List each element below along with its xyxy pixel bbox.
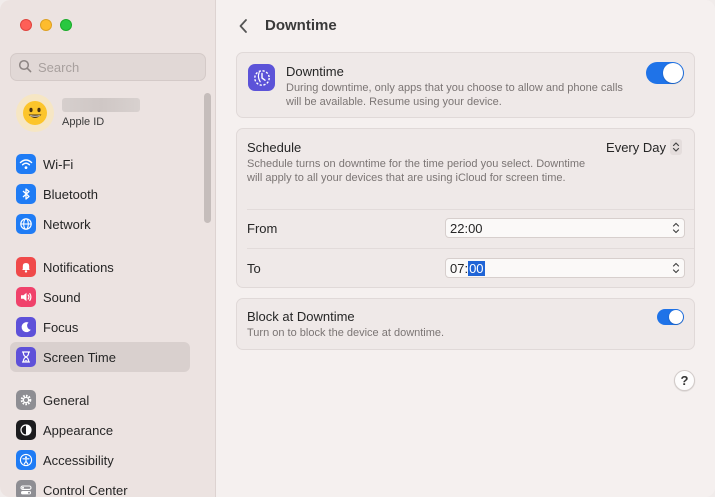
sidebar-item-sound[interactable]: Sound (10, 282, 190, 312)
block-title: Block at Downtime (247, 309, 355, 324)
minimize-button[interactable] (40, 19, 52, 31)
accessibility-icon (16, 450, 36, 470)
schedule-select-value: Every Day (606, 139, 666, 155)
sidebar-item-label: Notifications (43, 259, 114, 275)
downtime-icon (248, 64, 275, 91)
sidebar-item-screen-time[interactable]: Screen Time (10, 342, 190, 372)
to-time-minutes-selected[interactable]: 00 (468, 260, 485, 276)
sidebar-scrollbar[interactable] (204, 93, 211, 223)
search-input[interactable] (38, 59, 188, 75)
downtime-toggle[interactable] (646, 62, 684, 84)
back-button[interactable] (235, 16, 251, 36)
nav-group-network: Wi-Fi Bluetooth Network (10, 149, 190, 239)
sidebar-item-label: Accessibility (43, 452, 114, 468)
sidebar-item-label: Bluetooth (43, 186, 98, 202)
zoom-button[interactable] (60, 19, 72, 31)
sidebar-item-label: General (43, 392, 90, 408)
block-at-downtime-card: Block at Downtime Turn on to block the d… (236, 298, 695, 350)
nav-group-attention: Notifications Sound Focus Screen Time (10, 252, 190, 372)
sidebar-item-label: Appearance (43, 422, 114, 438)
sidebar-item-notifications[interactable]: Notifications (10, 252, 190, 282)
smiley-avatar-icon (23, 101, 47, 125)
sidebar-item-accessibility[interactable]: Accessibility (10, 445, 190, 475)
updown-chevron-icon (670, 139, 682, 155)
sidebar-item-bluetooth[interactable]: Bluetooth (10, 179, 190, 209)
sidebar-item-label: Control Center (43, 482, 128, 497)
search-icon (18, 59, 32, 76)
toggle-knob (669, 310, 683, 324)
schedule-card: Schedule Schedule turns on downtime for … (236, 128, 695, 288)
from-label: From (247, 221, 278, 236)
schedule-title: Schedule (247, 140, 302, 155)
moon-icon (16, 317, 36, 337)
window-controls (20, 19, 72, 31)
sidebar: Apple ID Wi-Fi Bluetooth (0, 0, 216, 497)
hourglass-icon (16, 347, 36, 367)
sidebar-item-general[interactable]: General (10, 385, 190, 415)
schedule-select[interactable]: Every Day (606, 139, 682, 155)
block-description: Turn on to block the device at downtime. (247, 327, 445, 339)
block-at-downtime-toggle[interactable] (657, 309, 684, 325)
sidebar-item-control-center[interactable]: Control Center (10, 475, 190, 497)
settings-window: Apple ID Wi-Fi Bluetooth (0, 0, 715, 497)
sidebar-item-label: Focus (43, 319, 79, 335)
toggle-knob (663, 63, 683, 83)
globe-icon (16, 214, 36, 234)
sidebar-item-appearance[interactable]: Appearance (10, 415, 190, 445)
to-label: To (247, 261, 261, 276)
sidebar-item-focus[interactable]: Focus (10, 312, 190, 342)
apple-id-account[interactable]: Apple ID (16, 94, 140, 132)
sidebar-item-wifi[interactable]: Wi-Fi (10, 149, 190, 179)
stepper-icon[interactable] (672, 261, 680, 278)
nav-group-system: General Appearance Accessibility Control… (10, 385, 190, 497)
sidebar-item-label: Screen Time (43, 349, 116, 365)
bluetooth-icon (16, 184, 36, 204)
from-time-value: 22:00 (450, 220, 483, 236)
bell-icon (16, 257, 36, 277)
to-time-field[interactable]: 07: 00 (445, 258, 685, 278)
divider (247, 209, 694, 210)
stepper-icon[interactable] (672, 221, 680, 238)
main-panel: Downtime Downtime During downtime, only … (217, 0, 715, 497)
account-name-redacted (62, 98, 140, 112)
page-title: Downtime (265, 17, 337, 34)
schedule-description: Schedule turns on downtime for the time … (247, 158, 586, 184)
search-field[interactable] (10, 53, 206, 81)
sidebar-item-label: Network (43, 216, 91, 232)
chevron-left-icon (239, 19, 247, 33)
account-subtitle: Apple ID (62, 116, 105, 128)
from-time-field[interactable]: 22:00 (445, 218, 685, 238)
avatar (16, 94, 54, 132)
downtime-description: During downtime, only apps that you choo… (286, 82, 623, 108)
wifi-icon (16, 154, 36, 174)
sidebar-item-network[interactable]: Network (10, 209, 190, 239)
to-time-hours[interactable]: 07: (450, 261, 468, 276)
gear-icon (16, 390, 36, 410)
control-center-icon (16, 480, 36, 497)
appearance-icon (16, 420, 36, 440)
close-button[interactable] (20, 19, 32, 31)
divider (247, 248, 694, 249)
help-button[interactable]: ? (674, 370, 695, 391)
sidebar-item-label: Sound (43, 289, 81, 305)
downtime-card: Downtime During downtime, only apps that… (236, 52, 695, 118)
sidebar-item-label: Wi-Fi (43, 156, 74, 172)
speaker-icon (16, 287, 36, 307)
downtime-title: Downtime (286, 64, 344, 79)
